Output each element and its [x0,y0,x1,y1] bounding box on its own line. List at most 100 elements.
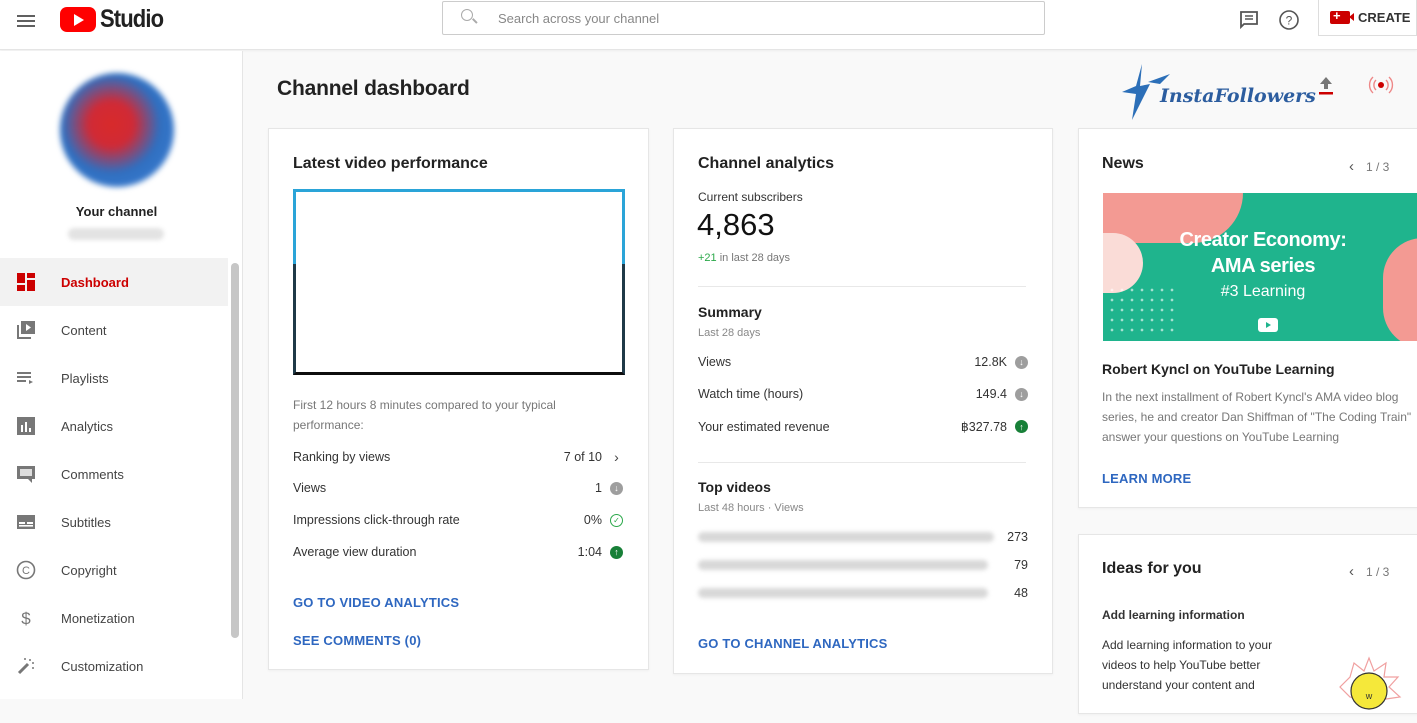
metric-row-ranking[interactable]: Ranking by views 7 of 10 › [293,449,623,465]
divider [698,462,1026,463]
monetization-icon: $ [14,606,38,630]
channel-label: Your channel [75,204,158,219]
summary-row-watch-time: Watch time (hours) 149.4 ↓ [698,387,1028,401]
news-card: News ‹ 1 / 3 Creator Economy: AMA series… [1078,128,1417,508]
top-bar: Studio ? CREATE [0,0,1417,50]
metric-label: Ranking by views [293,450,391,464]
feedback-icon[interactable] [1237,8,1261,32]
lightbulb-illustration-icon: ᴡ [1339,656,1402,710]
studio-logo[interactable]: Studio [60,5,172,34]
menu-icon[interactable] [15,12,37,34]
video-title-blurred [698,560,988,570]
chevron-left-icon[interactable]: ‹ [1349,563,1354,580]
latest-video-card: Latest video performance First 12 hours … [268,128,649,670]
top-video-row[interactable]: 79 [698,558,1028,572]
compare-text: First 12 hours 8 minutes compared to you… [293,398,556,432]
customization-icon [14,654,38,678]
image-text-line3: #3 Learning [1220,283,1306,300]
card-title: Channel analytics [698,155,835,172]
below-typical-icon: ↓ [1015,355,1028,369]
sidebar-item-label: Playlists [61,370,109,386]
below-typical-icon: ↓ [610,481,623,495]
idea-subtitle: Add learning information [1102,608,1245,622]
top-video-row[interactable]: 48 [698,586,1028,600]
go-to-video-analytics-link[interactable]: GO TO VIDEO ANALYTICS [293,595,459,610]
help-icon[interactable]: ? [1277,8,1301,32]
metric-row-views: Views 1 ↓ [293,481,623,495]
sidebar-item-label: Comments [61,466,124,482]
metric-value: 1:04 [577,545,602,559]
below-typical-icon: ↓ [1015,387,1028,401]
channel-analytics-card: Channel analytics Current subscribers 4,… [673,128,1053,674]
subscribers-value: 4,863 [697,207,775,242]
search-input[interactable] [498,10,1018,26]
summary-value: ฿327.78 [960,420,1007,434]
subtitles-icon [14,510,38,534]
copyright-icon: C [14,558,38,582]
top-video-row[interactable]: 273 [698,530,1028,544]
metric-value: 1 [595,481,602,495]
sidebar-item-subtitles[interactable]: Subtitles [0,498,228,546]
dashboard-icon [14,270,38,294]
metric-row-avg-duration: Average view duration 1:04 ↑ [293,545,623,559]
logo-text: Studio [100,5,164,33]
go-to-channel-analytics-link[interactable]: GO TO CHANNEL ANALYTICS [698,636,888,651]
svg-text:?: ? [1286,14,1293,28]
analytics-icon [14,414,38,438]
svg-text:C: C [22,565,30,577]
metric-value: 0% [583,513,602,527]
ideas-card: Ideas for you ‹ 1 / 3 Add learning infor… [1078,534,1417,714]
sidebar-item-label: Content [61,322,107,338]
comments-icon [14,462,38,486]
image-text-line1: Creator Economy: [1179,229,1347,251]
sidebar-item-comments[interactable]: Comments [0,450,228,498]
search-icon [457,3,487,33]
sidebar-item-copyright[interactable]: C Copyright [0,546,228,594]
summary-value: 149.4 [975,387,1007,401]
news-image[interactable]: Creator Economy: AMA series #3 Learning [1103,193,1417,341]
sidebar-scrollbar[interactable] [231,263,239,638]
sidebar: Your channel Dashboard Content Playlists… [0,51,243,699]
chevron-right-icon: › [614,449,619,465]
go-live-icon[interactable] [1367,73,1395,97]
chevron-left-icon[interactable]: ‹ [1349,158,1354,175]
above-typical-icon: ↑ [1015,420,1028,433]
sidebar-nav: Dashboard Content Playlists Analytics Co… [0,258,228,690]
metric-value: 7 of 10 [563,450,602,464]
pager-text: 1 / 3 [1366,564,1390,579]
summary-title: Summary [698,304,762,320]
sidebar-item-label: Subtitles [61,514,111,530]
sidebar-item-content[interactable]: Content [0,306,228,354]
video-title-blurred [698,588,988,598]
sidebar-item-label: Monetization [61,610,135,626]
sidebar-item-dashboard[interactable]: Dashboard [0,258,228,306]
image-text-line2: AMA series [1210,255,1316,277]
summary-period: Last 28 days [698,327,761,339]
video-title-blurred [698,532,994,542]
upload-icon[interactable] [1315,73,1337,97]
delta-suffix: in last 28 days [719,252,791,264]
learn-more-link[interactable]: LEARN MORE [1102,471,1191,486]
video-views: 48 [1014,586,1028,600]
summary-label: Views [698,355,732,369]
summary-row-views: Views 12.8K ↓ [698,355,1028,369]
card-title: Ideas for you [1102,560,1202,577]
sidebar-item-monetization[interactable]: $ Monetization [0,594,228,642]
search-bar[interactable] [442,1,1045,35]
see-comments-link[interactable]: SEE COMMENTS (0) [293,633,421,648]
sidebar-item-label: Customization [61,658,144,674]
video-views: 79 [1014,558,1028,572]
sidebar-item-analytics[interactable]: Analytics [0,402,228,450]
channel-avatar[interactable] [60,73,174,187]
create-video-icon [1330,8,1354,24]
video-thumbnail[interactable] [293,189,625,375]
svg-text:ᴡ: ᴡ [1365,691,1373,701]
sidebar-item-playlists[interactable]: Playlists [0,354,228,402]
summary-value: 12.8K [974,355,1007,369]
metric-label: Average view duration [293,545,417,559]
card-title: Latest video performance [293,155,488,172]
create-button[interactable]: CREATE [1318,0,1417,36]
sidebar-item-customization[interactable]: Customization [0,642,228,690]
summary-row-revenue: Your estimated revenue ฿327.78 ↑ [698,419,1028,434]
channel-name-blurred [68,228,164,240]
